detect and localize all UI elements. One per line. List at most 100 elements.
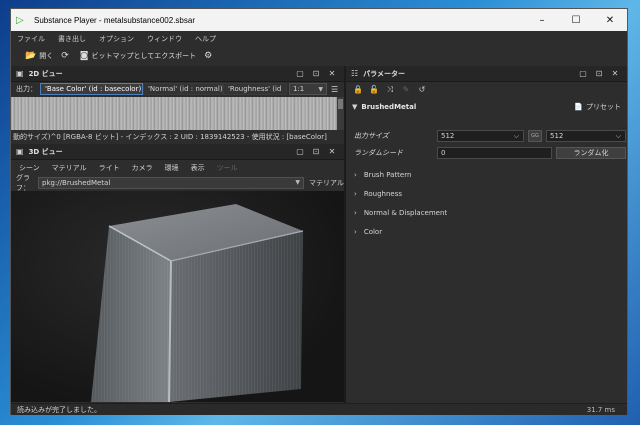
view3d-maximize-icon[interactable]: ⊡ bbox=[308, 147, 324, 156]
view3d-header: ▣ 3D ビュー ▢ ⊡ ✕ bbox=[11, 144, 344, 160]
menu-options[interactable]: オプション bbox=[99, 34, 134, 44]
reset-icon[interactable]: ↺ bbox=[414, 85, 430, 94]
output-size-height-select[interactable]: 512 ⌵ bbox=[546, 130, 626, 142]
group-roughness-label: Roughness bbox=[363, 189, 402, 198]
random-seed-label: ランダムシード bbox=[354, 149, 403, 157]
menu-export[interactable]: 書き出し bbox=[58, 34, 86, 44]
texture-preview-2d bbox=[11, 97, 337, 130]
view3d-icon: ▣ bbox=[16, 147, 24, 156]
view3d-menu-display[interactable]: 表示 bbox=[191, 163, 205, 173]
view3d-close-icon[interactable]: ✕ bbox=[324, 147, 340, 156]
group-roughness[interactable]: › Roughness bbox=[346, 186, 627, 201]
graph-section: ▼ BrushedMetal 📄 プリセット bbox=[346, 98, 627, 115]
gears-icon: ⚙ bbox=[204, 51, 213, 61]
preset-button[interactable]: 📄 プリセット bbox=[574, 102, 621, 112]
unlock-icon[interactable]: 🔓 bbox=[366, 85, 382, 94]
close-button[interactable]: ✕ bbox=[593, 9, 627, 31]
preset-label: プリセット bbox=[586, 102, 621, 111]
export-bitmap-label: ビットマップとしてエクスポート bbox=[91, 52, 197, 60]
tab-base-color[interactable]: 'Base Color' (id : basecolor) bbox=[40, 83, 143, 95]
view2d-maximize-icon[interactable]: ⊡ bbox=[308, 69, 324, 78]
chevron-right-icon: › bbox=[354, 170, 357, 179]
view3d-viewport[interactable] bbox=[11, 191, 344, 402]
group-normal-displacement[interactable]: › Normal & Displacement bbox=[346, 205, 627, 220]
toolbar: 📂 開く ⟳ ◙ ビットマップとしてエクスポート ⚙ bbox=[11, 46, 627, 66]
view2d-info: 動的サイズ)^0 [RGBA-8 ビット] - インデックス : 2 UID :… bbox=[11, 130, 344, 143]
random-seed-input[interactable]: 0 bbox=[437, 147, 552, 159]
parameters-title: パラメーター bbox=[363, 69, 405, 78]
output-size-row: 出力サイズ 512 ⌵ GG 512 ⌵ bbox=[346, 129, 627, 143]
random-seed-value: 0 bbox=[441, 149, 446, 157]
view3d-menu: シーン マテリアル ライト カメラ 環境 表示 ツール bbox=[11, 161, 344, 175]
link-size-button[interactable]: GG bbox=[528, 130, 542, 142]
chevron-down-icon[interactable]: ▼ bbox=[352, 103, 357, 111]
randomize-button[interactable]: ランダム化 bbox=[556, 147, 626, 159]
title-bar: ▷ Substance Player - metalsubstance002.s… bbox=[11, 9, 627, 31]
view2d-options-icon[interactable]: ☰ bbox=[331, 85, 338, 94]
group-color-label: Color bbox=[363, 227, 383, 236]
zoom-value: 1:1 bbox=[293, 85, 305, 93]
menu-window[interactable]: ウィンドウ bbox=[147, 34, 182, 44]
view3d-menu-material[interactable]: マテリアル bbox=[52, 163, 87, 173]
parameters-close-icon[interactable]: ✕ bbox=[607, 69, 623, 78]
view2d-header: ▣ 2D ビュー ▢ ⊡ ✕ bbox=[11, 66, 344, 82]
view2d-output-bar: 出力： 'Base Color' (id : basecolor) 'Norma… bbox=[11, 82, 344, 96]
pin-icon[interactable]: ✎ bbox=[398, 85, 414, 94]
view3d-menu-scene[interactable]: シーン bbox=[19, 163, 40, 173]
chevron-down-icon: ⌵ bbox=[513, 131, 519, 140]
material-button[interactable]: マテリアル bbox=[309, 178, 344, 188]
group-color[interactable]: › Color bbox=[346, 224, 627, 239]
menu-help[interactable]: ヘルプ bbox=[195, 34, 216, 44]
parameters-toolbar: 🔒 🔓 ⤨ ✎ ↺ bbox=[346, 82, 627, 97]
chevron-right-icon: › bbox=[354, 189, 357, 198]
lock-icon[interactable]: 🔒 bbox=[350, 85, 366, 94]
refresh-icon: ⟳ bbox=[61, 51, 69, 61]
output-label: 出力： bbox=[16, 85, 37, 93]
graph-label: グラフ： bbox=[16, 173, 30, 192]
chevron-right-icon: › bbox=[354, 227, 357, 236]
view3d-menu-tools[interactable]: ツール bbox=[217, 163, 238, 173]
status-time: 31.7 ms bbox=[586, 405, 615, 414]
open-button[interactable]: 📂 開く bbox=[25, 51, 53, 61]
view2d-title: 2D ビュー bbox=[28, 69, 63, 78]
random-icon[interactable]: ⤨ bbox=[382, 85, 398, 95]
view2d-icon: ▣ bbox=[16, 69, 24, 78]
view2d-scrollbar[interactable] bbox=[337, 97, 344, 130]
menu-bar: ファイル 書き出し オプション ウィンドウ ヘルプ bbox=[11, 31, 627, 46]
view3d-menu-camera[interactable]: カメラ bbox=[132, 163, 153, 173]
group-brush-pattern[interactable]: › Brush Pattern bbox=[346, 167, 627, 182]
sliders-icon: ☷ bbox=[351, 69, 359, 78]
view2d-float-icon[interactable]: ▢ bbox=[292, 69, 308, 78]
tab-roughness[interactable]: 'Roughness' (id bbox=[223, 83, 287, 95]
open-label: 開く bbox=[39, 52, 54, 60]
view3d-menu-light[interactable]: ライト bbox=[99, 163, 120, 173]
output-size-width-select[interactable]: 512 ⌵ bbox=[437, 130, 524, 142]
minimize-button[interactable]: – bbox=[525, 9, 559, 31]
maximize-button[interactable]: ☐ bbox=[559, 9, 593, 31]
zoom-select[interactable]: 1:1 ▼ bbox=[289, 83, 327, 95]
parameters-header: ☷ パラメーター ▢ ⊡ ✕ bbox=[346, 66, 627, 82]
group-normal-displacement-label: Normal & Displacement bbox=[363, 208, 448, 217]
folder-icon: 📂 bbox=[25, 51, 37, 61]
view3d-menu-environment[interactable]: 環境 bbox=[165, 163, 179, 173]
graph-value: pkg://BrushedMetal bbox=[42, 178, 111, 187]
chevron-right-icon: › bbox=[354, 208, 357, 217]
menu-file[interactable]: ファイル bbox=[17, 34, 45, 44]
view3d-float-icon[interactable]: ▢ bbox=[292, 147, 308, 156]
parameters-maximize-icon[interactable]: ⊡ bbox=[591, 69, 607, 78]
settings-button[interactable]: ⚙ bbox=[204, 51, 215, 61]
substance-player-icon: ▷ bbox=[16, 14, 24, 26]
export-bitmap-button[interactable]: ◙ ビットマップとしてエクスポート bbox=[80, 51, 196, 61]
graph-select[interactable]: pkg://BrushedMetal ▼ bbox=[38, 176, 304, 189]
reload-button[interactable]: ⟳ bbox=[61, 51, 72, 61]
status-message: 読み込みが完了しました。 bbox=[17, 405, 101, 414]
random-seed-row: ランダムシード 0 ランダム化 bbox=[346, 146, 627, 160]
chevron-down-icon: ▼ bbox=[318, 85, 323, 93]
graph-name: BrushedMetal bbox=[361, 102, 417, 111]
view2d-close-icon[interactable]: ✕ bbox=[324, 69, 340, 78]
output-size-height-value: 512 bbox=[550, 132, 564, 140]
tab-normal[interactable]: 'Normal' (id : normal) bbox=[143, 83, 223, 95]
parameters-float-icon[interactable]: ▢ bbox=[575, 69, 591, 78]
document-icon: 📄 bbox=[574, 102, 583, 111]
chevron-down-icon: ⌵ bbox=[615, 131, 621, 140]
